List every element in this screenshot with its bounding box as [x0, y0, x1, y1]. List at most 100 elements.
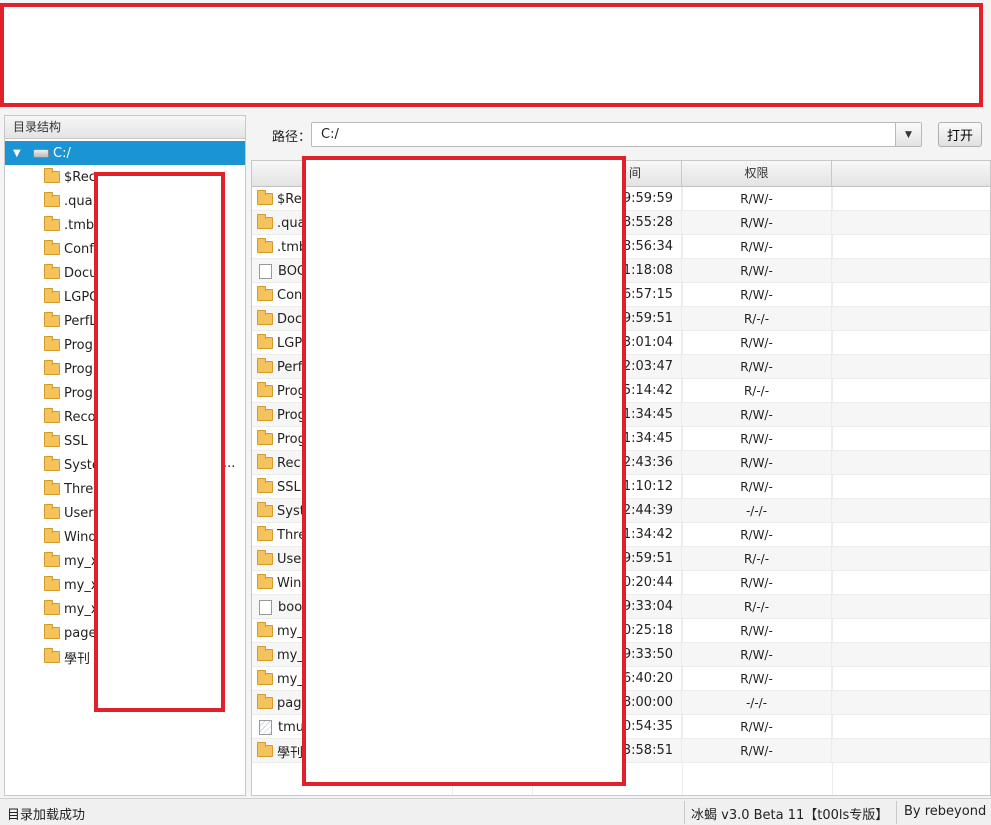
- tree-item-label: PerfL: [64, 313, 96, 329]
- expand-arrow-icon[interactable]: ▼: [13, 148, 29, 159]
- cell-permission: R/W/-: [682, 667, 832, 691]
- cell-permission: R/W/-: [682, 235, 832, 259]
- folder-icon: [44, 288, 60, 303]
- tree-item-label: Users: [64, 505, 96, 521]
- tree-item-label: LGPC: [64, 289, 96, 305]
- folder-icon: [44, 480, 60, 495]
- folder-icon: [257, 430, 273, 445]
- cell-permission: R/W/-: [682, 211, 832, 235]
- folder-icon: [257, 742, 273, 757]
- tree-header: 目录结构: [5, 116, 245, 139]
- folder-icon: [44, 456, 60, 471]
- folder-icon: [257, 646, 273, 661]
- cell-permission: -/-/-: [682, 691, 832, 715]
- status-author: By rebeyond: [904, 804, 987, 819]
- folder-icon: [44, 192, 60, 207]
- col-header-time-label: 间: [628, 166, 641, 180]
- tree-item-label: my_x: [64, 577, 96, 593]
- cell-permission: R/W/-: [682, 283, 832, 307]
- cell-permission: R/W/-: [682, 739, 832, 763]
- folder-icon: [44, 648, 60, 663]
- folder-icon: [257, 286, 273, 301]
- folder-icon: [44, 336, 60, 351]
- cell-permission: R/W/-: [682, 355, 832, 379]
- tree-item-label: .qua: [64, 193, 93, 209]
- tree-item-label: Progr: [64, 385, 96, 401]
- folder-icon: [44, 216, 60, 231]
- folder-icon: [257, 574, 273, 589]
- cell-permission: R/-/-: [682, 595, 832, 619]
- tree-root-drive[interactable]: ▼ C:/: [5, 141, 245, 165]
- col-header-perm[interactable]: 权限: [682, 161, 832, 186]
- folder-icon: [257, 694, 273, 709]
- tree-item-label: Threa: [64, 481, 96, 497]
- cell-permission: R/W/-: [682, 571, 832, 595]
- tree-item-label: my_x: [64, 553, 96, 569]
- folder-icon: [257, 334, 273, 349]
- folder-icon: [44, 240, 60, 255]
- cell-permission: R/W/-: [682, 259, 832, 283]
- folder-icon: [257, 526, 273, 541]
- folder-icon: [44, 408, 60, 423]
- redacted-tree-region: [94, 172, 225, 712]
- tree-item-label: Wind: [64, 529, 96, 545]
- folder-icon: [257, 670, 273, 685]
- folder-icon: [257, 406, 273, 421]
- redacted-header-region: [0, 3, 983, 107]
- folder-icon: [257, 550, 273, 565]
- folder-icon: [44, 552, 60, 567]
- folder-icon: [44, 264, 60, 279]
- col-header-perm-label: 权限: [744, 166, 769, 180]
- status-separator: [896, 801, 897, 824]
- app-window: 目录结构 ▼ C:/ $Rec .qua .tmb Conf Docu LGPC PerfL…: [0, 0, 991, 825]
- folder-icon: [257, 358, 273, 373]
- cell-permission: R/W/-: [682, 427, 832, 451]
- folder-icon: [257, 478, 273, 493]
- open-button[interactable]: 打开: [938, 122, 982, 147]
- cell-permission: R/-/-: [682, 379, 832, 403]
- status-separator: [684, 801, 685, 824]
- folder-icon: [257, 214, 273, 229]
- dropdown-arrow-icon[interactable]: ▼: [895, 123, 921, 146]
- path-label: 路径：: [272, 130, 312, 145]
- folder-icon: [44, 168, 60, 183]
- folder-icon: [257, 310, 273, 325]
- executable-file-icon: [259, 719, 272, 735]
- cell-permission: R/W/-: [682, 715, 832, 739]
- tree-item-label: my_x: [64, 601, 96, 617]
- path-input[interactable]: C:/: [321, 127, 339, 142]
- tree-item-label: Reco: [64, 409, 96, 425]
- file-icon: [259, 599, 272, 615]
- cell-permission: R/-/-: [682, 307, 832, 331]
- status-bar: 目录加载成功 冰蝎 v3.0 Beta 11【t00ls专版】 By rebey…: [0, 798, 991, 825]
- cell-permission: R/W/-: [682, 475, 832, 499]
- cell-permission: R/W/-: [682, 451, 832, 475]
- cell-permission: R/W/-: [682, 619, 832, 643]
- file-icon: [259, 263, 272, 279]
- cell-permission: R/-/-: [682, 547, 832, 571]
- tree-item-label: page: [64, 625, 96, 641]
- col-header-extra[interactable]: [832, 161, 990, 186]
- folder-icon: [257, 502, 273, 517]
- status-version: 冰蝎 v3.0 Beta 11【t00ls专版】: [691, 808, 889, 823]
- tree-root-label: C:/: [53, 145, 71, 161]
- folder-icon: [44, 528, 60, 543]
- folder-icon: [44, 624, 60, 639]
- cell-permission: R/W/-: [682, 331, 832, 355]
- tree-item-label: Progr: [64, 337, 96, 353]
- tree-item-label: Syste: [64, 457, 96, 473]
- folder-icon: [257, 454, 273, 469]
- tree-item-label: $Rec: [64, 169, 96, 185]
- tree-item-label: Docu: [64, 265, 96, 281]
- folder-icon: [257, 190, 273, 205]
- folder-icon: [257, 238, 273, 253]
- cell-permission: R/W/-: [682, 523, 832, 547]
- folder-icon: [44, 312, 60, 327]
- tree-item-label: 學刊: [64, 651, 91, 667]
- path-combobox[interactable]: C:/ ▼: [311, 122, 922, 147]
- folder-icon: [44, 576, 60, 591]
- tree-item-label: .tmb: [64, 217, 95, 233]
- folder-icon: [257, 382, 273, 397]
- drive-icon: [33, 148, 49, 158]
- tree-item-label: Conf: [64, 241, 94, 257]
